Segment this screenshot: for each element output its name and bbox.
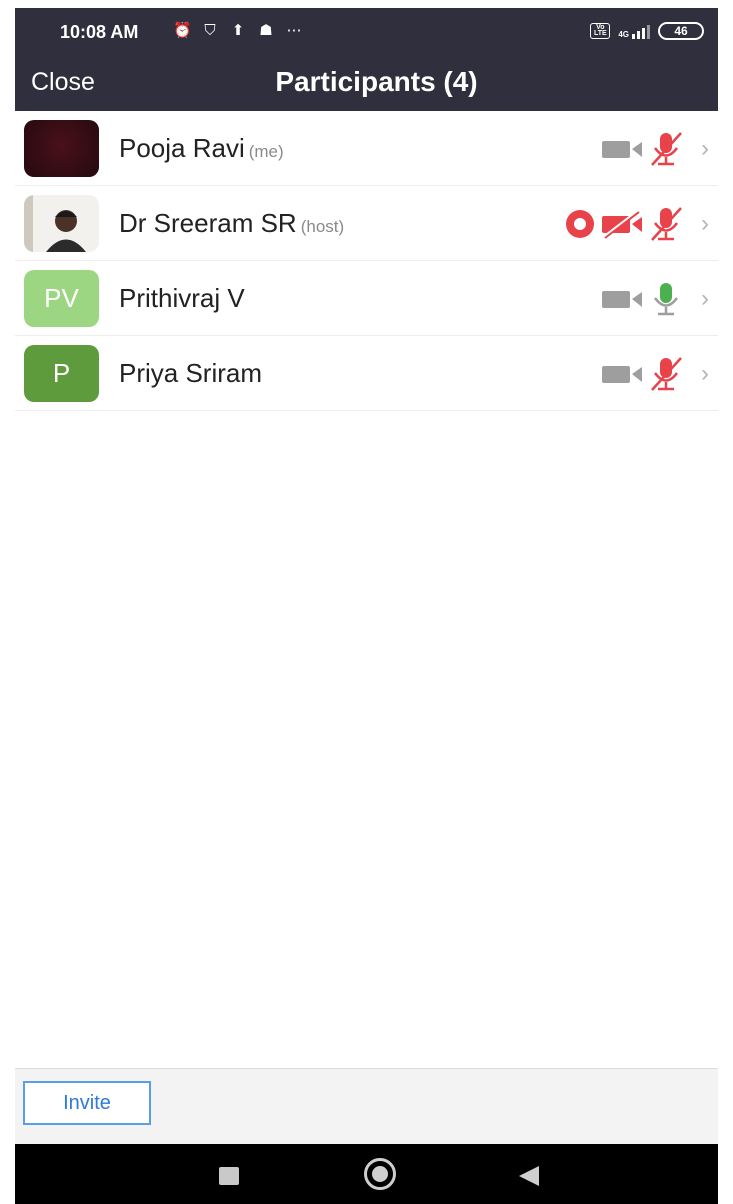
mic-muted-icon <box>646 354 686 394</box>
footer: Invite <box>15 1068 718 1144</box>
participant-row[interactable]: Pooja Ravi (me) › <box>15 111 718 186</box>
snapchat-icon: ☗ <box>259 22 273 39</box>
chevron-right-icon: › <box>701 135 709 162</box>
alarm-icon: ⏰ <box>173 22 192 39</box>
participant-row[interactable]: PV Prithivraj V › <box>15 261 718 336</box>
participant-controls: › <box>600 129 718 169</box>
chevron-right-icon: › <box>701 285 709 312</box>
battery-icon: 46 <box>658 22 704 40</box>
chevron-right-icon: › <box>701 360 709 387</box>
status-notification-icons: ⏰ ⛉ ⬆ ☗ ⋯ <box>173 22 303 40</box>
avatar <box>24 195 99 252</box>
participant-name: Pooja Ravi (me) <box>119 133 284 163</box>
participant-controls: › <box>600 279 718 319</box>
mic-on-icon <box>646 279 686 319</box>
avatar: PV <box>24 270 99 327</box>
system-nav-bar <box>15 1144 718 1204</box>
status-bar: 10:08 AM ⏰ ⛉ ⬆ ☗ ⋯ Vo LTE 4G 46 <box>15 8 718 56</box>
participant-row[interactable]: P Priya Sriram › <box>15 336 718 411</box>
participant-name: Prithivraj V <box>119 283 245 313</box>
video-camera-icon <box>600 137 646 161</box>
page-title: Participants (4) <box>275 66 478 97</box>
participants-screen: 10:08 AM ⏰ ⛉ ⬆ ☗ ⋯ Vo LTE 4G 46 Close Pa… <box>15 8 718 1204</box>
participant-name: Priya Sriram <box>119 358 263 388</box>
back-icon[interactable] <box>519 1166 539 1186</box>
mic-muted-icon <box>646 204 686 244</box>
video-camera-icon <box>600 362 646 386</box>
participant-role: (host) <box>300 217 345 236</box>
participant-controls: › <box>560 204 718 244</box>
avatar <box>24 120 99 177</box>
participant-controls: › <box>600 354 718 394</box>
participant-name: Dr Sreeram SR (host) <box>119 208 345 238</box>
header: Close Participants (4) <box>15 56 718 111</box>
home-icon[interactable] <box>364 1158 396 1190</box>
more-notifications-icon: ⋯ <box>286 22 302 39</box>
invite-button[interactable]: Invite <box>23 1081 151 1125</box>
status-time: 10:08 AM <box>60 22 139 42</box>
status-system-icons: Vo LTE 4G 46 <box>590 22 704 40</box>
video-camera-icon <box>600 287 646 311</box>
shield-icon: ⛉ <box>204 22 216 39</box>
volte-icon: Vo LTE <box>590 23 611 39</box>
mic-muted-icon <box>646 129 686 169</box>
upload-icon: ⬆ <box>231 22 245 39</box>
recents-icon[interactable] <box>219 1167 239 1185</box>
participants-list: Pooja Ravi (me) › Dr Sreeram SR (host) ›… <box>15 111 718 411</box>
participant-role: (me) <box>248 142 284 161</box>
chevron-right-icon: › <box>701 210 709 237</box>
recording-icon <box>560 209 600 239</box>
video-off-icon <box>600 209 646 239</box>
participant-row[interactable]: Dr Sreeram SR (host) › <box>15 186 718 261</box>
top-bar: 10:08 AM ⏰ ⛉ ⬆ ☗ ⋯ Vo LTE 4G 46 Close Pa… <box>15 8 718 111</box>
signal-icon: 4G <box>618 23 650 39</box>
avatar: P <box>24 345 99 402</box>
